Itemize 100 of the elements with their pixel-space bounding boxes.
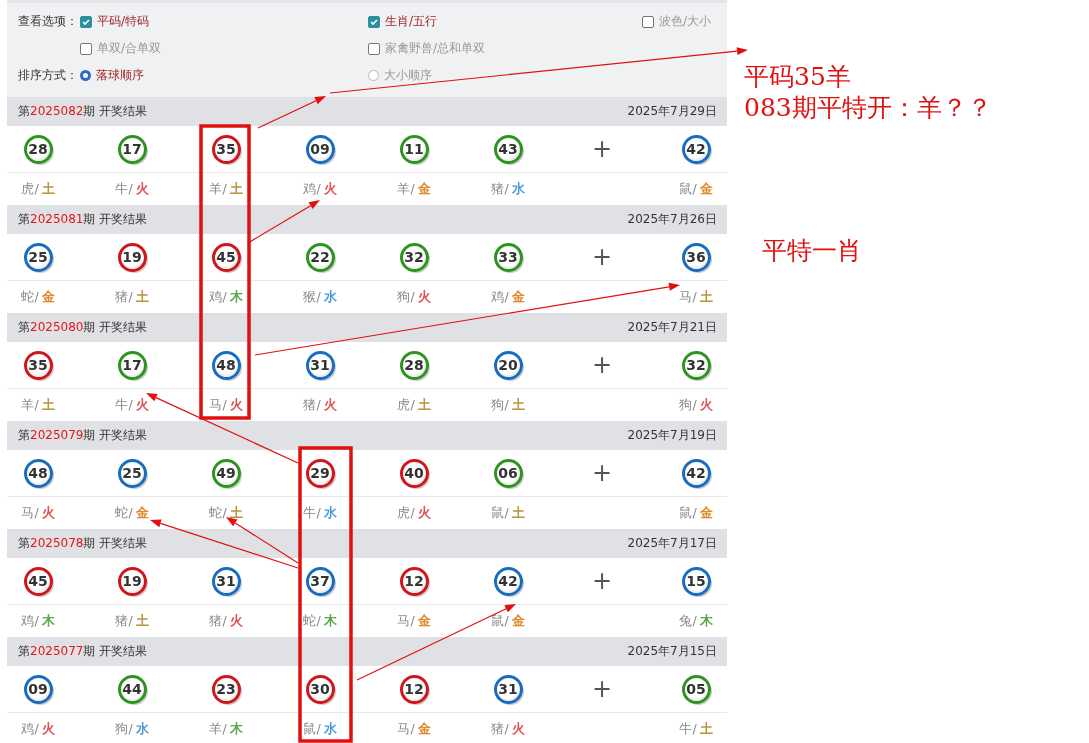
checkbox-label[interactable]: 单双/合单双	[97, 40, 162, 57]
zodiac-text: 羊/	[397, 180, 415, 198]
draw-title: 第2025082期 开奖结果	[18, 103, 148, 120]
element-text: 木	[229, 720, 243, 738]
checkbox[interactable]	[368, 15, 380, 28]
zodiac-text: 马/	[679, 288, 697, 306]
checkbox-label[interactable]: 生肖/五行	[385, 13, 438, 30]
zodiac-text: 蛇/	[209, 504, 227, 522]
checkbox[interactable]	[642, 15, 654, 28]
checkbox[interactable]	[80, 15, 92, 28]
number-ball: 19	[117, 242, 147, 272]
number-ball: 31	[305, 350, 335, 380]
plus-sign: +	[591, 135, 613, 163]
zodiac-text: 牛/	[115, 180, 133, 198]
checkbox[interactable]	[80, 42, 92, 55]
zodiac-text: 蛇/	[303, 612, 321, 630]
element-text: 金	[417, 180, 431, 198]
number-ball: 36	[681, 242, 711, 272]
number-ball: 32	[681, 350, 711, 380]
element-text: 木	[229, 288, 243, 306]
draw-title: 第2025077期 开奖结果	[18, 643, 148, 660]
draw-date: 2025年7月26日	[627, 211, 717, 228]
number-ball: 22	[305, 242, 335, 272]
zodiac-text: 羊/	[209, 720, 227, 738]
zodiac-text: 鼠/	[303, 720, 321, 738]
draw-date: 2025年7月21日	[627, 319, 717, 336]
plus-sign: +	[591, 459, 613, 487]
element-text: 金	[417, 612, 431, 630]
element-text: 金	[699, 504, 713, 522]
draw-date: 2025年7月29日	[627, 103, 717, 120]
number-ball: 49	[211, 458, 241, 488]
element-text: 火	[41, 504, 55, 522]
zodiac-text: 猪/	[209, 612, 227, 630]
number-ball: 17	[117, 134, 147, 164]
element-text: 金	[41, 288, 55, 306]
number-ball: 31	[493, 674, 523, 704]
zodiac-text: 虎/	[21, 180, 39, 198]
number-ball: 25	[23, 242, 53, 272]
draw-date: 2025年7月15日	[627, 643, 717, 660]
element-text: 火	[511, 720, 525, 738]
number-ball: 45	[23, 566, 53, 596]
draw-title: 第2025080期 开奖结果	[18, 319, 148, 336]
checkbox-label[interactable]: 平码/特码	[97, 13, 150, 30]
number-ball: 12	[399, 566, 429, 596]
element-text: 土	[41, 180, 55, 198]
element-text: 水	[323, 288, 337, 306]
number-ball: 11	[399, 134, 429, 164]
number-ball: 37	[305, 566, 335, 596]
number-ball: 35	[23, 350, 53, 380]
radio-label[interactable]: 大小顺序	[384, 67, 432, 84]
annotation-text: 平码35羊	[744, 64, 851, 89]
zodiac-text: 牛/	[303, 504, 321, 522]
number-ball: 19	[117, 566, 147, 596]
zodiac-text: 牛/	[679, 720, 697, 738]
element-text: 火	[417, 504, 431, 522]
number-ball: 43	[493, 134, 523, 164]
number-ball: 30	[305, 674, 335, 704]
zodiac-text: 马/	[397, 720, 415, 738]
zodiac-text: 马/	[21, 504, 39, 522]
number-ball: 45	[211, 242, 241, 272]
number-ball: 35	[211, 134, 241, 164]
draw-date: 2025年7月17日	[627, 535, 717, 552]
element-text: 土	[417, 396, 431, 414]
radio-button[interactable]	[80, 70, 91, 81]
number-ball: 48	[23, 458, 53, 488]
number-ball: 42	[681, 458, 711, 488]
element-text: 土	[699, 288, 713, 306]
zodiac-text: 鸡/	[209, 288, 227, 306]
option-label: 查看选项：	[18, 13, 79, 30]
zodiac-text: 虎/	[397, 504, 415, 522]
number-ball: 06	[493, 458, 523, 488]
zodiac-text: 羊/	[21, 396, 39, 414]
plus-sign: +	[591, 675, 613, 703]
zodiac-text: 鼠/	[491, 612, 509, 630]
element-text: 火	[229, 396, 243, 414]
element-text: 水	[323, 720, 337, 738]
zodiac-text: 鼠/	[491, 504, 509, 522]
radio-button[interactable]	[368, 70, 379, 81]
element-text: 土	[511, 504, 525, 522]
number-ball: 15	[681, 566, 711, 596]
zodiac-text: 狗/	[491, 396, 509, 414]
number-ball: 33	[493, 242, 523, 272]
zodiac-text: 牛/	[115, 396, 133, 414]
zodiac-text: 鸡/	[21, 612, 39, 630]
radio-label[interactable]: 落球顺序	[96, 67, 144, 84]
element-text: 火	[699, 396, 713, 414]
number-ball: 44	[117, 674, 147, 704]
number-ball: 17	[117, 350, 147, 380]
draw-title: 第2025081期 开奖结果	[18, 211, 148, 228]
checkbox-label[interactable]: 家禽野兽/总和单双	[385, 40, 486, 57]
annotation-text: 083期平特开：羊？？	[744, 95, 992, 120]
element-text: 木	[699, 612, 713, 630]
checkbox[interactable]	[368, 42, 380, 55]
element-text: 火	[135, 396, 149, 414]
element-text: 火	[417, 288, 431, 306]
plus-sign: +	[591, 243, 613, 271]
element-text: 木	[323, 612, 337, 630]
number-ball: 32	[399, 242, 429, 272]
number-ball: 28	[399, 350, 429, 380]
checkbox-label[interactable]: 波色/大小	[659, 13, 712, 30]
